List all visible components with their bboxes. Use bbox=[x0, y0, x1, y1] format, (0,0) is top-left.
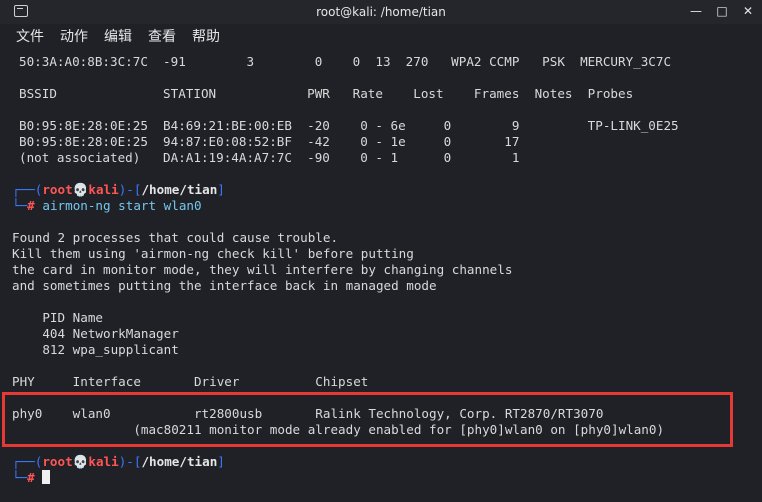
annotation-highlight-box bbox=[2, 392, 733, 447]
prompt-path: /home/tian bbox=[141, 182, 218, 197]
menu-help[interactable]: 帮助 bbox=[178, 26, 220, 46]
output-line: Found 2 processes that could cause troub… bbox=[12, 230, 339, 245]
terminal-app-icon[interactable] bbox=[14, 5, 28, 17]
prompt-host: kali bbox=[88, 182, 119, 197]
close-button[interactable]: ✕ bbox=[742, 3, 754, 19]
prompt-line: ┌──(root💀kali)-[/home/tian] bbox=[12, 182, 225, 197]
input-line[interactable]: └─# bbox=[12, 470, 51, 486]
output-line: and sometimes putting the interface back… bbox=[12, 278, 437, 293]
station-row: (not associated) DA:A1:19:4A:A7:7C -90 0… bbox=[19, 150, 520, 165]
command-text: airmon-ng start wlan0 bbox=[42, 198, 202, 213]
prompt-hash: # bbox=[27, 198, 35, 213]
menu-action[interactable]: 动作 bbox=[46, 26, 88, 46]
output-line: Kill them using 'airmon-ng check kill' b… bbox=[12, 246, 414, 261]
maximize-button[interactable]: □ bbox=[716, 3, 728, 19]
process-row: 404 NetworkManager bbox=[12, 326, 179, 341]
prompt-host: kali bbox=[88, 454, 119, 469]
minimize-button[interactable]: — bbox=[690, 3, 702, 19]
skull-icon: 💀 bbox=[72, 454, 89, 469]
output-line: the card in monitor mode, they will inte… bbox=[12, 262, 513, 277]
station-table-header: BSSID STATION PWR Rate Lost Frames Notes… bbox=[19, 86, 634, 101]
menu-edit[interactable]: 编辑 bbox=[90, 26, 132, 46]
station-row: B0:95:8E:28:0E:25 94:87:E0:08:52:BF -42 … bbox=[19, 134, 520, 149]
menu-view[interactable]: 查看 bbox=[134, 26, 176, 46]
command-line: └─# airmon-ng start wlan0 bbox=[12, 198, 202, 213]
process-header: PID Name bbox=[12, 310, 103, 325]
prompt-user: root bbox=[42, 454, 73, 469]
skull-icon: 💀 bbox=[72, 182, 89, 197]
prompt-path: /home/tian bbox=[141, 454, 218, 469]
prompt-line: ┌──(root💀kali)-[/home/tian] bbox=[12, 454, 225, 469]
station-row: B0:95:8E:28:0E:25 B4:69:21:BE:00:EB -20 … bbox=[19, 118, 679, 133]
scan-row: 50:3A:A0:8B:3C:7C -91 3 0 0 13 270 WPA2 … bbox=[19, 54, 672, 69]
window-controls: — □ ✕ bbox=[690, 3, 754, 19]
menu-bar: 文件 动作 编辑 查看 帮助 bbox=[0, 24, 762, 48]
text-cursor bbox=[42, 470, 51, 484]
title-bar: root@kali: /home/tian — □ ✕ bbox=[0, 0, 762, 24]
prompt-hash: # bbox=[27, 470, 35, 485]
menu-file[interactable]: 文件 bbox=[0, 26, 44, 46]
window-title: root@kali: /home/tian bbox=[316, 5, 446, 19]
interface-header: PHY Interface Driver Chipset bbox=[12, 374, 369, 389]
prompt-user: root bbox=[42, 182, 73, 197]
process-row: 812 wpa_supplicant bbox=[12, 342, 179, 357]
